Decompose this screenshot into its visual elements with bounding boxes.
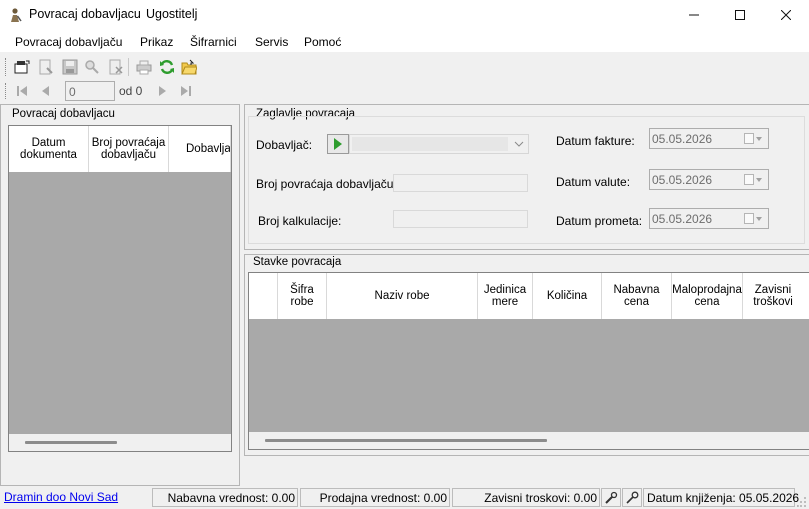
supplier-lookup-button[interactable] bbox=[327, 134, 349, 154]
maximize-button[interactable] bbox=[717, 0, 763, 30]
calendar-icon bbox=[744, 213, 754, 224]
open-folder-icon[interactable] bbox=[181, 59, 197, 75]
turnover-date-value: 05.05.2026 bbox=[652, 212, 713, 226]
horizontal-scrollbar[interactable] bbox=[249, 432, 809, 449]
record-count-label: od 0 bbox=[119, 84, 143, 98]
window-title: Povracaj dobavljacu bbox=[29, 7, 141, 21]
value-date-dropdown[interactable] bbox=[744, 173, 766, 186]
minimize-icon bbox=[689, 14, 699, 16]
edit-document-icon[interactable] bbox=[38, 59, 54, 75]
invoice-date-picker[interactable]: 05.05.2026 bbox=[649, 128, 769, 149]
column-header[interactable]: Maloprodajna cena bbox=[672, 273, 743, 319]
return-number-label: Broj povraćaja dobavljaču: bbox=[256, 177, 397, 191]
calendar-icon bbox=[744, 174, 754, 185]
last-record-icon[interactable] bbox=[178, 83, 194, 99]
scrollbar-thumb[interactable] bbox=[25, 441, 117, 444]
calculation-number-label: Broj kalkulacije: bbox=[258, 214, 342, 228]
supplier-label: Dobavljač: bbox=[256, 138, 313, 152]
main-toolbar bbox=[0, 54, 212, 80]
title-bar: Povracaj dobavljacu Ugostitelj bbox=[0, 0, 809, 30]
toolbar-separator bbox=[128, 58, 129, 76]
close-icon bbox=[781, 10, 791, 20]
minimize-button[interactable] bbox=[671, 0, 717, 30]
toolbar-grip[interactable] bbox=[5, 83, 8, 99]
calculation-number-field[interactable] bbox=[393, 210, 528, 228]
items-grid[interactable]: Šifra robe Naziv robe Jedinica mere Koli… bbox=[248, 272, 809, 450]
status-bar: Dramin doo Novi Sad Nabavna vrednost: 0.… bbox=[0, 486, 809, 509]
column-header[interactable]: Naziv robe bbox=[327, 273, 478, 319]
next-record-icon[interactable] bbox=[154, 83, 170, 99]
sales-value-status: Prodajna vrednost: 0.00 bbox=[300, 488, 450, 507]
dropdown-arrow-icon bbox=[756, 177, 762, 182]
returns-grid-header: Datum dokumenta Broj povraćaja dobavljač… bbox=[9, 126, 231, 172]
company-link[interactable]: Dramin doo Novi Sad bbox=[2, 488, 150, 507]
column-header[interactable]: Količina bbox=[533, 273, 602, 319]
tools-button-1[interactable] bbox=[601, 488, 621, 507]
horizontal-scrollbar[interactable] bbox=[9, 434, 231, 451]
invoice-date-value: 05.05.2026 bbox=[652, 132, 713, 146]
window-subtitle: Ugostitelj bbox=[146, 7, 198, 21]
print-icon[interactable] bbox=[136, 59, 152, 75]
purchase-value-status: Nabavna vrednost: 0.00 bbox=[152, 488, 298, 507]
value-date-label: Datum valute: bbox=[556, 175, 631, 189]
app-icon bbox=[11, 8, 22, 22]
return-number-field[interactable] bbox=[393, 174, 528, 192]
find-icon[interactable] bbox=[84, 59, 100, 75]
supplier-value bbox=[352, 137, 508, 151]
column-header[interactable]: Datum dokumenta bbox=[9, 126, 89, 172]
returns-grid[interactable]: Datum dokumenta Broj povraćaja dobavljač… bbox=[8, 125, 232, 452]
items-grid-header: Šifra robe Naziv robe Jedinica mere Koli… bbox=[249, 273, 809, 319]
column-header[interactable]: Jedinica mere bbox=[478, 273, 533, 319]
calendar-icon bbox=[744, 133, 754, 144]
dependent-costs-status: Zavisni troskovi: 0.00 bbox=[452, 488, 600, 507]
value-date-value: 05.05.2026 bbox=[652, 173, 713, 187]
menu-servis[interactable]: Servis bbox=[255, 35, 288, 49]
column-header[interactable]: Broj povraćaja dobavljaču bbox=[89, 126, 169, 172]
play-icon bbox=[334, 138, 342, 150]
refresh-icon[interactable] bbox=[159, 59, 175, 75]
menu-pomoc[interactable]: Pomoć bbox=[304, 35, 341, 49]
save-icon[interactable] bbox=[62, 59, 78, 75]
menu-bar: Povracaj dobavljaču Prikaz Šifrarnici Se… bbox=[0, 30, 809, 52]
row-selector-header bbox=[249, 273, 278, 319]
scrollbar-thumb[interactable] bbox=[265, 439, 547, 442]
tools-button-2[interactable] bbox=[622, 488, 642, 507]
wrench-icon bbox=[605, 491, 618, 504]
navigator-toolbar: 0 od 0 bbox=[0, 80, 212, 102]
close-button[interactable] bbox=[763, 0, 809, 30]
resize-grip-icon[interactable] bbox=[797, 495, 807, 507]
menu-prikaz[interactable]: Prikaz bbox=[140, 35, 173, 49]
menu-sifrarnici[interactable]: Šifrarnici bbox=[190, 35, 237, 49]
maximize-icon bbox=[735, 10, 745, 20]
new-document-icon[interactable] bbox=[14, 59, 30, 75]
column-header[interactable]: Šifra robe bbox=[278, 273, 327, 319]
dropdown-arrow-icon bbox=[756, 136, 762, 141]
company-link-text[interactable]: Dramin doo Novi Sad bbox=[4, 490, 118, 504]
first-record-icon[interactable] bbox=[14, 83, 30, 99]
menu-povracaj[interactable]: Povracaj dobavljaču bbox=[15, 35, 122, 49]
dropdown-arrow-icon bbox=[756, 216, 762, 221]
toolbar-grip[interactable] bbox=[5, 58, 8, 76]
turnover-date-picker[interactable]: 05.05.2026 bbox=[649, 208, 769, 229]
value-date-picker[interactable]: 05.05.2026 bbox=[649, 169, 769, 190]
invoice-date-label: Datum fakture: bbox=[556, 134, 635, 148]
delete-icon[interactable] bbox=[108, 59, 124, 75]
column-header[interactable]: Dobavljač bbox=[169, 126, 231, 172]
turnover-date-dropdown[interactable] bbox=[744, 212, 766, 225]
left-panel-title: Povracaj dobavljacu bbox=[12, 108, 115, 120]
column-header[interactable]: Zavisni troškovi bbox=[743, 273, 803, 319]
items-panel-title: Stavke povracaja bbox=[252, 256, 343, 268]
booking-date-status: Datum knjiženja: 05.05.2026 bbox=[643, 488, 799, 507]
key-icon bbox=[626, 491, 639, 504]
chevron-down-icon bbox=[514, 141, 524, 147]
turnover-date-label: Datum prometa: bbox=[556, 214, 643, 228]
invoice-date-dropdown[interactable] bbox=[744, 132, 766, 145]
previous-record-icon[interactable] bbox=[38, 83, 54, 99]
supplier-combobox[interactable] bbox=[349, 134, 529, 154]
column-header[interactable]: Nabavna cena bbox=[602, 273, 672, 319]
record-position-input[interactable]: 0 bbox=[65, 81, 115, 101]
